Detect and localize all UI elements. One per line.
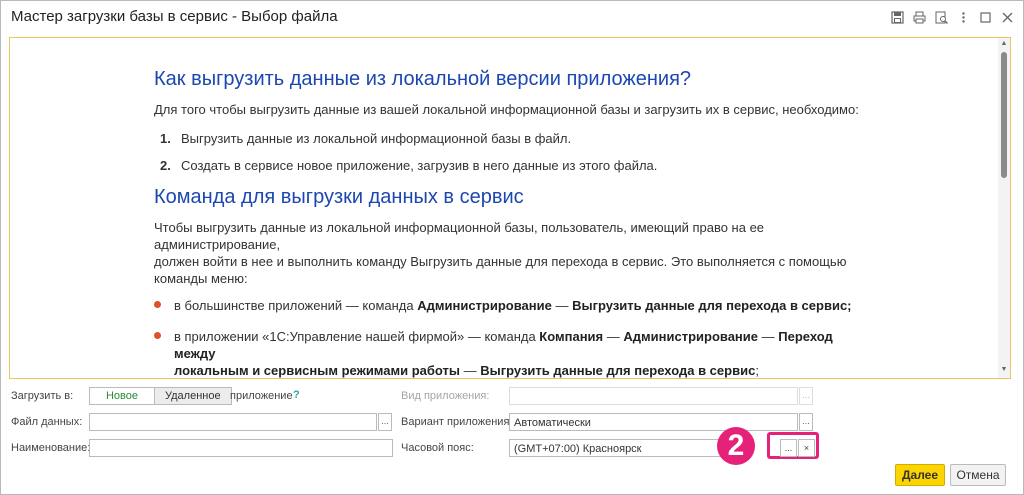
print-icon[interactable] (911, 9, 927, 25)
bullet-icon (154, 332, 161, 339)
para-line-2: администрирование, (154, 237, 281, 252)
help-content: Как выгрузить данные из локальной версии… (154, 68, 859, 378)
close-icon[interactable] (999, 9, 1015, 25)
data-file-browse-button[interactable]: ... (378, 413, 392, 431)
bullet-bold: Администрирование (623, 329, 759, 344)
list-item: в большинстве приложений — команда Админ… (154, 297, 854, 314)
timezone-clear-button[interactable]: × (798, 439, 815, 457)
scroll-up-icon[interactable]: ▲ (998, 40, 1010, 50)
title-bar-icons (889, 9, 1015, 25)
step-number: 2. (160, 158, 171, 173)
scroll-down-icon[interactable]: ▼ (998, 366, 1010, 376)
bullet-bold: Выгрузить данные для перехода в сервис (480, 363, 756, 378)
app-variant-field[interactable]: Автоматически (509, 413, 798, 431)
load-to-label: Загрузить в: (11, 390, 74, 402)
window-title: Мастер загрузки базы в сервис - Выбор фа… (11, 8, 338, 25)
save-icon[interactable] (889, 9, 905, 25)
help-icon[interactable]: ? (293, 389, 300, 401)
bullet-bold: Компания (539, 329, 604, 344)
step-number: 1. (160, 131, 171, 146)
step-text: Выгрузить данные из локальной информацио… (181, 131, 572, 146)
timezone-field[interactable]: (GMT+07:00) Красноярск (509, 439, 721, 457)
app-suffix-label: приложение (230, 390, 293, 402)
app-variant-select-button[interactable]: ... (799, 413, 813, 431)
heading-export-command: Команда для выгрузки данных в сервис (154, 186, 524, 208)
maximize-icon[interactable] (977, 9, 993, 25)
name-label: Наименование: (11, 442, 91, 454)
data-file-label: Файл данных: (11, 416, 83, 428)
bullet-separator: — (551, 298, 573, 313)
more-icon[interactable] (955, 9, 971, 25)
step-badge: 2 (717, 427, 755, 465)
help-document-viewer[interactable]: Как выгрузить данные из локальной версии… (9, 37, 1011, 379)
load-new-button[interactable]: Новое (90, 388, 154, 404)
bullet-bold: Выгрузить данные для перехода в сервис; (572, 298, 852, 313)
list-item: в приложении «1С:Управление нашей фирмой… (154, 328, 854, 378)
bullet-separator: — (603, 329, 624, 344)
timezone-select-button[interactable]: ... (780, 439, 797, 457)
bullet-bold: Администрирование (417, 298, 552, 313)
name-input[interactable] (89, 439, 393, 457)
para-line-4: команды меню: (154, 271, 248, 286)
cancel-button[interactable]: Отмена (950, 464, 1006, 486)
vertical-scrollbar[interactable]: ▲ ▼ (998, 38, 1010, 378)
step-text: Создать в сервисе новое приложение, загр… (181, 158, 658, 173)
list-item: 1. Выгрузить данные из локальной информа… (154, 130, 854, 147)
preview-icon[interactable] (933, 9, 949, 25)
app-kind-label: Вид приложения: (401, 390, 490, 402)
bullet-text: в приложении «1С:Управление нашей фирмой… (174, 329, 540, 344)
timezone-label: Часовой пояс: (401, 442, 474, 454)
heading-how-to-export: Как выгрузить данные из локальной версии… (154, 68, 692, 90)
intro-text: Для того чтобы выгрузить данные из вашей… (154, 102, 859, 117)
load-to-segmented: Новое Удаленное (89, 387, 232, 405)
bullet-separator: — (758, 329, 779, 344)
title-bar: Мастер загрузки базы в сервис - Выбор фа… (1, 1, 1023, 33)
para-line-3: должен войти в нее и выполнить команду В… (154, 254, 847, 269)
export-command-text: Чтобы выгрузить данные из локальной инфо… (154, 219, 854, 287)
bullet-icon (154, 301, 161, 308)
app-kind-field (509, 387, 798, 405)
bullet-bold: локальным и сервисным режимами работы (174, 363, 460, 378)
scrollbar-thumb[interactable] (1001, 52, 1007, 178)
list-item: 2. Создать в сервисе новое приложение, з… (154, 157, 854, 174)
bullet-text: в большинстве приложений — команда (174, 298, 418, 313)
load-remote-button[interactable]: Удаленное (154, 388, 231, 404)
para-line-1: Чтобы выгрузить данные из локальной инфо… (154, 220, 765, 235)
app-variant-label: Вариант приложения: (401, 416, 513, 428)
wizard-window: Мастер загрузки базы в сервис - Выбор фа… (0, 0, 1024, 495)
data-file-input[interactable] (89, 413, 377, 431)
app-kind-select-button: ... (799, 387, 813, 405)
bullet-bold: Переход (778, 329, 833, 344)
next-button[interactable]: Далее (895, 464, 945, 486)
bullet-bold: между (174, 346, 216, 361)
bullet-end: ; (755, 363, 759, 378)
bullet-separator: — (460, 363, 481, 378)
